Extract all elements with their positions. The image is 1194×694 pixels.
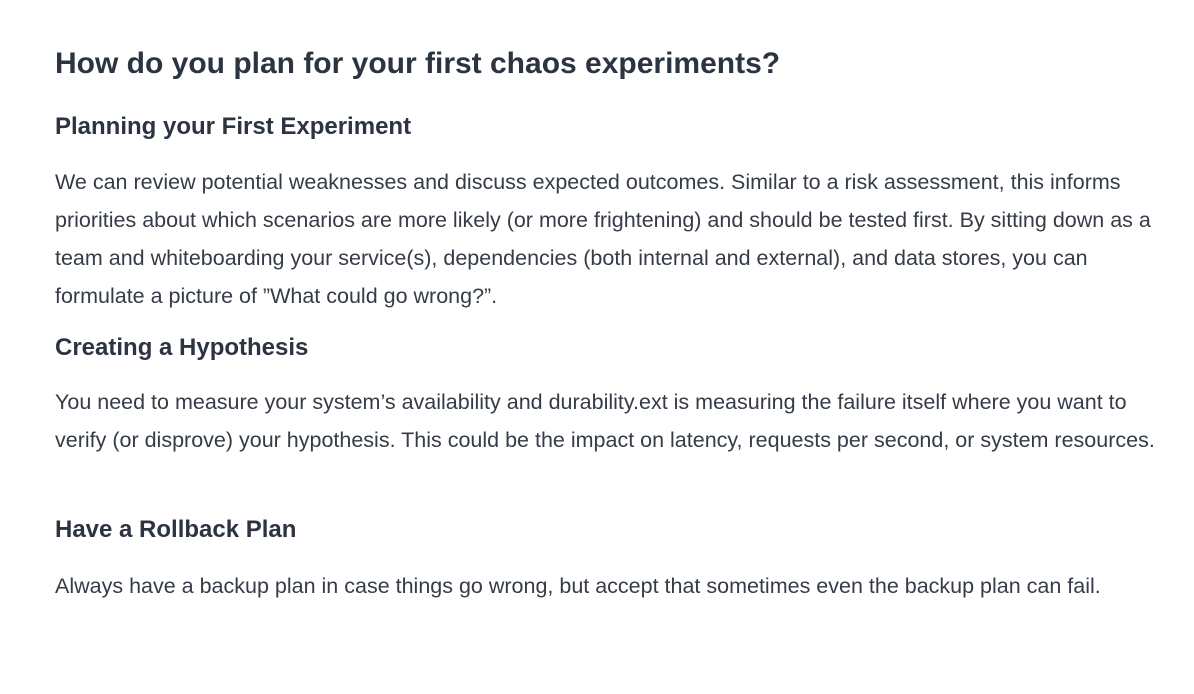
section-heading-hypothesis: Creating a Hypothesis — [55, 334, 309, 361]
section-body-rollback: Always have a backup plan in case things… — [55, 574, 1101, 598]
page-title: How do you plan for your first chaos exp… — [55, 47, 781, 80]
section-body-hypothesis: You need to measure your system’s availa… — [55, 390, 1155, 452]
section-heading-planning: Planning your First Experiment — [55, 113, 412, 140]
section-body-planning: We can review potential weaknesses and d… — [55, 170, 1151, 308]
section-heading-rollback: Have a Rollback Plan — [55, 516, 297, 543]
